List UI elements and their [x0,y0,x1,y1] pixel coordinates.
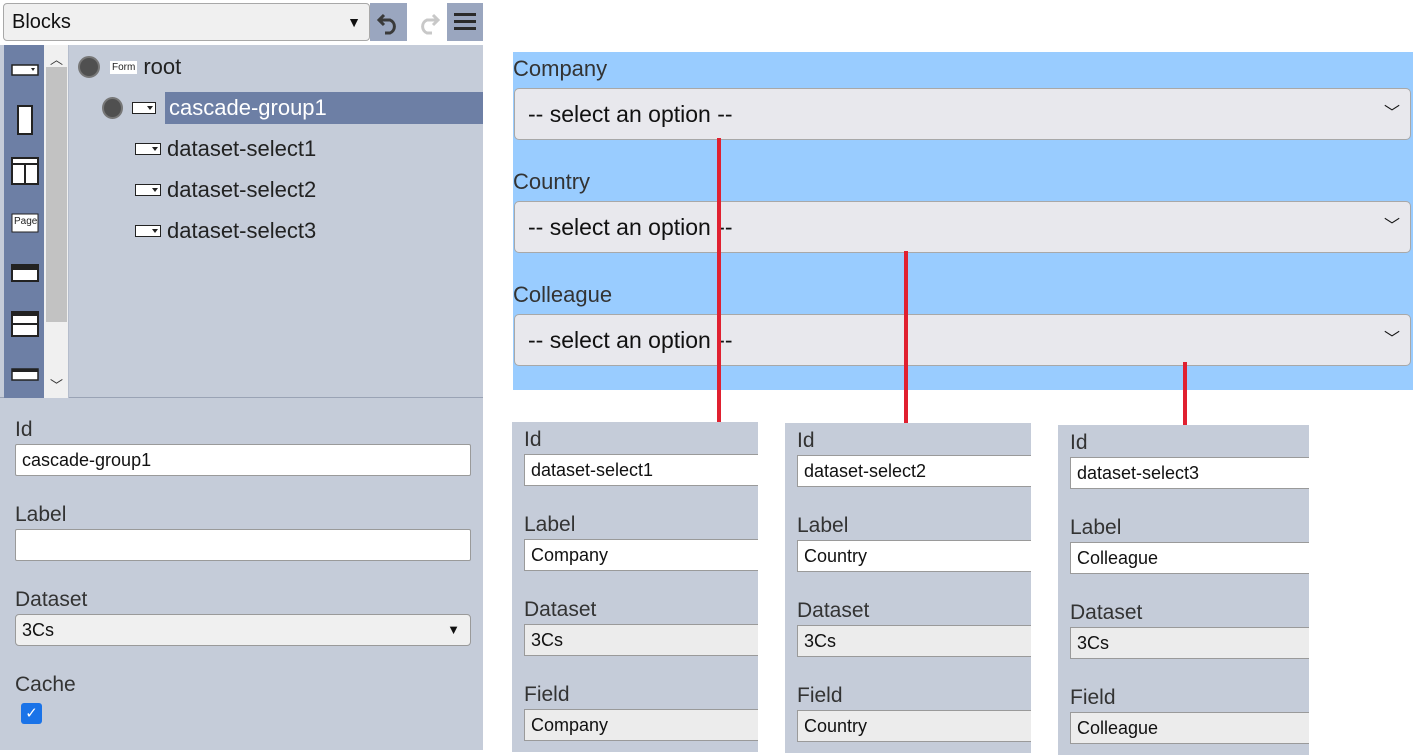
company-select-placeholder: -- select an option -- [528,101,733,127]
label-label: Label [1070,516,1122,539]
tree-node-label: root [143,54,182,79]
field-select[interactable]: Company [524,709,758,741]
id-label: Id [1070,431,1088,454]
label-field[interactable] [15,529,471,561]
dropdown-icon[interactable] [11,63,39,82]
id-label: Id [15,418,33,441]
id-field[interactable]: dataset-select3 [1070,457,1309,489]
dropdown-icon [131,102,156,114]
id-field[interactable]: dataset-select2 [797,455,1031,487]
tree-node-root[interactable]: Form root [78,51,181,83]
label-label: Label [524,513,576,536]
field-select[interactable]: Colleague [1070,712,1309,744]
hamburger-menu-icon [454,13,476,30]
label-label: Label [15,503,67,526]
field-label: Field [1070,686,1116,709]
designer-panel: Blocks ▼ Page ︿ ﹀ Form root cascade-grou… [0,0,483,750]
connector-line-2 [904,251,908,424]
country-select[interactable]: -- select an option -- ﹀ [514,201,1411,253]
connector-line-3 [1183,362,1187,426]
tree-node-dataset-select2[interactable]: dataset-select2 [135,174,316,206]
label-field[interactable]: Colleague [1070,542,1309,574]
dataset-label: Dataset [524,598,597,621]
chevron-down-icon: ﹀ [1383,331,1400,348]
cache-checkbox[interactable]: ✓ [21,703,42,724]
redo-icon [421,13,441,35]
label-field[interactable]: Country [797,540,1031,572]
block-palette: Page [4,45,44,398]
dataset-select[interactable]: 3Cs [1070,627,1309,659]
single-panel-icon[interactable] [17,105,45,140]
tree-node-dataset-select1[interactable]: dataset-select1 [135,133,316,165]
dataset-select-value: 3Cs [22,620,55,640]
tree-node-cascade-group1[interactable]: cascade-group1 [165,92,483,124]
field-select[interactable]: Country [797,710,1031,742]
node-type-icon [78,56,100,78]
dataset-select[interactable]: 3Cs [524,624,758,656]
page-icon-label: Page [14,216,38,227]
colleague-select-placeholder: -- select an option -- [528,327,733,353]
chevron-down-icon: ▼ [347,14,361,30]
block-type-value: Blocks [12,11,71,33]
input-bar-icon[interactable] [11,367,39,386]
properties-card-dataset-select3: Id dataset-select3 Label Colleague Datas… [1058,425,1309,755]
id-label: Id [797,429,815,452]
tree-area: Page ︿ ﹀ Form root cascade-group1 datase… [0,45,483,398]
field-label: Field [524,683,570,706]
form-badge: Form [110,60,138,74]
properties-card-dataset-select1: Id dataset-select1 Label Company Dataset… [512,422,758,752]
scroll-down-icon[interactable]: ﹀ [44,375,69,394]
menu-button[interactable] [447,3,483,41]
dataset-label: Dataset [797,599,870,622]
dataset-select[interactable]: 3Cs ▼ [15,614,471,646]
company-label: Company [513,56,608,81]
country-select-placeholder: -- select an option -- [528,214,733,240]
chevron-down-icon: ﹀ [1383,105,1400,122]
block-type-select[interactable]: Blocks ▼ [3,3,370,41]
dataset-label: Dataset [1070,601,1143,624]
label-label: Label [797,514,849,537]
header-bar-icon[interactable] [11,263,39,288]
tree-node-icons [102,92,162,124]
field-label: Field [797,684,843,707]
toolbar: Blocks ▼ [0,0,483,45]
cache-label: Cache [15,673,76,696]
scroll-up-icon[interactable]: ︿ [44,49,69,68]
redo-button[interactable] [409,3,446,41]
chevron-down-icon: ▼ [447,622,460,637]
colleague-label: Colleague [513,282,613,307]
tree-node-label: dataset-select2 [167,177,317,202]
dropdown-icon [135,143,161,155]
group-node-icon [102,97,123,119]
tree-node-dataset-select3[interactable]: dataset-select3 [135,215,316,247]
id-field[interactable]: dataset-select1 [524,454,758,486]
split-row-icon[interactable] [11,311,39,342]
tree-node-label: dataset-select1 [167,136,317,161]
tree-node-label: dataset-select3 [167,218,317,243]
dataset-label: Dataset [15,588,88,611]
undo-button[interactable] [370,3,407,41]
connector-line-1 [717,138,721,424]
two-column-icon[interactable] [11,157,39,190]
dropdown-icon [135,184,161,196]
country-label: Country [513,169,591,194]
scroll-thumb[interactable] [46,67,67,322]
company-select[interactable]: -- select an option -- ﹀ [514,88,1411,140]
tree-node-label: cascade-group1 [169,95,327,120]
page-icon[interactable]: Page [11,213,39,238]
chevron-down-icon: ﹀ [1383,218,1400,235]
colleague-select[interactable]: -- select an option -- ﹀ [514,314,1411,366]
properties-card-dataset-select2: Id dataset-select2 Label Country Dataset… [785,423,1031,753]
form-preview: Company -- select an option -- ﹀ Country… [513,52,1413,390]
tree-scrollbar[interactable]: ︿ ﹀ [44,45,69,398]
dropdown-icon [135,225,161,237]
dataset-select[interactable]: 3Cs [797,625,1031,657]
id-label: Id [524,428,542,451]
id-field[interactable]: cascade-group1 [15,444,471,476]
undo-icon [376,13,396,35]
label-field[interactable]: Company [524,539,758,571]
